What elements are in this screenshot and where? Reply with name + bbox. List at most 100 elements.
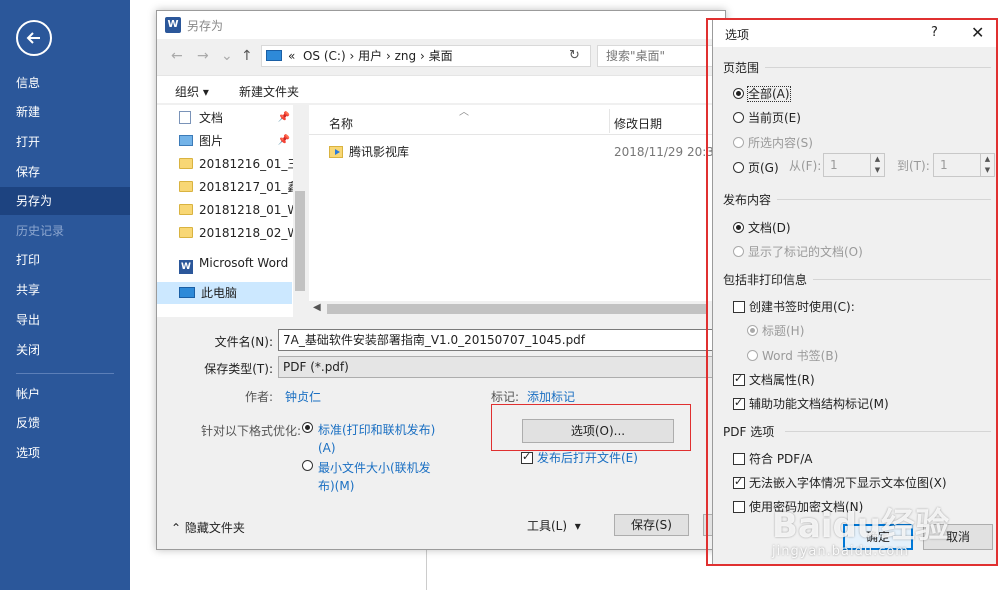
address-separator[interactable]: › <box>349 49 354 63</box>
radio-selected-icon <box>302 422 313 433</box>
pin-icon: 📌 <box>277 135 290 146</box>
back-button[interactable] <box>16 20 52 56</box>
filetype-select[interactable]: PDF (*.pdf) <box>278 356 725 378</box>
backstage-item-options[interactable]: 选项 <box>0 439 130 467</box>
tags-value[interactable]: 添加标记 <box>527 388 575 405</box>
backstage-item-save[interactable]: 保存 <box>0 158 130 186</box>
folder-icon <box>179 227 193 238</box>
document-icon <box>179 111 191 124</box>
back-arrow-icon <box>26 32 40 44</box>
backstage-item-export[interactable]: 导出 <box>0 306 130 334</box>
radio-empty-icon <box>302 460 313 471</box>
backstage-sidebar: 信息 新建 打开 保存 另存为 历史记录 打印 共享 导出 关闭 帐户 反馈 选… <box>0 0 130 590</box>
file-list: ︿ 名称 修改日期 腾讯影视库 2018/11/29 20:38 <box>309 105 725 301</box>
checkbox-checked-icon <box>521 450 533 464</box>
optimize-standard-radio[interactable]: 标准(打印和联机发布)(A) <box>302 421 435 455</box>
navigation-pane: 文档 📌 图片 📌 20181216_01_三 20181217_01_鑫 2018… <box>157 105 307 317</box>
word-icon: W <box>165 17 181 33</box>
file-name: 腾讯影视库 <box>349 145 410 159</box>
open-after-publish-checkbox[interactable]: 发布后打开文件(E) <box>521 449 638 466</box>
highlight-box-options-dialog <box>706 18 998 566</box>
backstage-item-open[interactable]: 打开 <box>0 128 130 156</box>
nav-item-folder[interactable]: 20181216_01_三 <box>179 153 294 175</box>
folder-icon <box>179 204 193 215</box>
author-value[interactable]: 钟贞仁 <box>285 388 321 405</box>
back-arrow-icon[interactable]: ← <box>171 48 183 64</box>
optimize-minimum-label: 最小文件大小(联机发布)(M) <box>318 461 431 493</box>
save-button[interactable]: 保存(S) <box>614 514 689 536</box>
new-folder-button[interactable]: 新建文件夹 <box>239 83 299 100</box>
column-header-date[interactable]: 修改日期 <box>614 115 662 132</box>
recent-chevron-icon[interactable]: ⌄ <box>221 48 233 64</box>
address-prefix: « <box>288 49 296 63</box>
tools-menu[interactable]: 工具(L) ▾ <box>527 517 581 534</box>
backstage-separator <box>16 373 114 374</box>
address-separator[interactable]: › <box>420 49 425 63</box>
picture-icon <box>179 135 193 146</box>
filename-input[interactable]: 7A_基础软件安装部署指南_V1.0_20150707_1045.pdf <box>278 329 725 351</box>
computer-icon <box>179 287 195 298</box>
nav-item-documents[interactable]: 文档 📌 <box>179 107 294 129</box>
organize-menu[interactable]: 组织 ▾ <box>175 83 209 100</box>
backstage-item-close[interactable]: 关闭 <box>0 336 130 364</box>
filename-label: 文件名(N): <box>214 335 273 349</box>
nav-scrollbar-thumb[interactable] <box>295 191 305 291</box>
file-row[interactable]: 腾讯影视库 2018/11/29 20:38 <box>329 141 725 163</box>
save-as-title: 另存为 <box>187 19 224 33</box>
backstage-item-new[interactable]: 新建 <box>0 98 130 126</box>
backstage-item-account[interactable]: 帐户 <box>0 380 130 408</box>
pin-icon: 📌 <box>277 112 290 123</box>
navigation-row: ← → ⌄ ↑ « OS (C:) › 用户 › zng › 桌面 ↻ 搜索"桌… <box>157 41 747 71</box>
backstage-item-info[interactable]: 信息 <box>0 69 130 97</box>
explorer-toolbar: 组织 ▾ 新建文件夹 <box>157 75 725 103</box>
dropdown-arrow-icon: ▾ <box>574 519 581 533</box>
nav-item-this-pc[interactable]: 此电脑 <box>157 282 292 304</box>
column-header-row: ︿ 名称 修改日期 <box>309 105 725 135</box>
word-icon: W <box>179 260 193 274</box>
watermark-url: jingyan.baidu.com <box>772 544 909 559</box>
backstage-item-share[interactable]: 共享 <box>0 276 130 304</box>
backstage-item-history: 历史记录 <box>16 224 65 238</box>
video-folder-icon <box>329 146 343 158</box>
backstage-item-feedback[interactable]: 反馈 <box>0 409 130 437</box>
nav-item-pictures[interactable]: 图片 📌 <box>179 130 294 152</box>
watermark-brand: Baidu经验 <box>772 506 950 546</box>
column-separator[interactable] <box>609 109 610 133</box>
address-part-drive[interactable]: OS (C:) <box>303 49 346 63</box>
backstage-item-save-as[interactable]: 另存为 <box>0 187 130 215</box>
chevron-up-icon: ⌃ <box>171 521 182 535</box>
horizontal-scrollbar[interactable]: ◀ <box>309 301 725 317</box>
save-as-titlebar: W 另存为 <box>157 11 725 39</box>
open-after-publish-label: 发布后打开文件(E) <box>537 451 638 465</box>
column-header-name[interactable]: 名称 <box>329 115 353 132</box>
nav-item-folder[interactable]: 20181218_01_W <box>179 199 294 221</box>
refresh-icon[interactable]: ↻ <box>569 48 580 63</box>
scroll-left-icon[interactable]: ◀ <box>313 302 321 313</box>
folder-icon <box>179 158 193 169</box>
computer-icon <box>266 50 282 61</box>
optimize-minimum-radio[interactable]: 最小文件大小(联机发布)(M) <box>302 459 431 493</box>
up-arrow-icon[interactable]: ↑ <box>241 48 253 64</box>
forward-arrow-icon[interactable]: → <box>197 48 209 64</box>
nav-scrollbar[interactable] <box>293 105 307 317</box>
highlight-box-options <box>491 404 691 451</box>
address-bar[interactable]: « OS (C:) › 用户 › zng › 桌面 <box>261 45 591 67</box>
optimize-standard-label: 标准(打印和联机发布)(A) <box>318 423 436 455</box>
hide-folders-toggle[interactable]: ⌃ 隐藏文件夹 <box>171 519 245 536</box>
save-as-dialog: W 另存为 ← → ⌄ ↑ « OS (C:) › 用户 › zng › 桌面 … <box>156 10 747 550</box>
author-label: 作者: <box>244 390 273 404</box>
address-part-user[interactable]: zng <box>395 49 417 63</box>
sort-up-icon: ︿ <box>459 107 469 118</box>
baidu-watermark: Baidu经验 jingyan.baidu.com <box>772 498 982 568</box>
optimize-label: 针对以下格式优化: <box>201 424 302 438</box>
backstage-item-print[interactable]: 打印 <box>0 246 130 274</box>
address-part-users[interactable]: 用户 <box>358 49 382 63</box>
nav-item-microsoft-word[interactable]: W Microsoft Word <box>179 252 294 274</box>
nav-item-folder[interactable]: 20181218_02_W <box>179 222 294 244</box>
tags-label: 标记: <box>491 390 520 404</box>
address-part-desktop[interactable]: 桌面 <box>429 49 453 63</box>
horizontal-scrollbar-thumb[interactable] <box>327 304 707 314</box>
address-separator[interactable]: › <box>386 49 391 63</box>
folder-icon <box>179 181 193 192</box>
nav-item-folder[interactable]: 20181217_01_鑫 <box>179 176 294 198</box>
